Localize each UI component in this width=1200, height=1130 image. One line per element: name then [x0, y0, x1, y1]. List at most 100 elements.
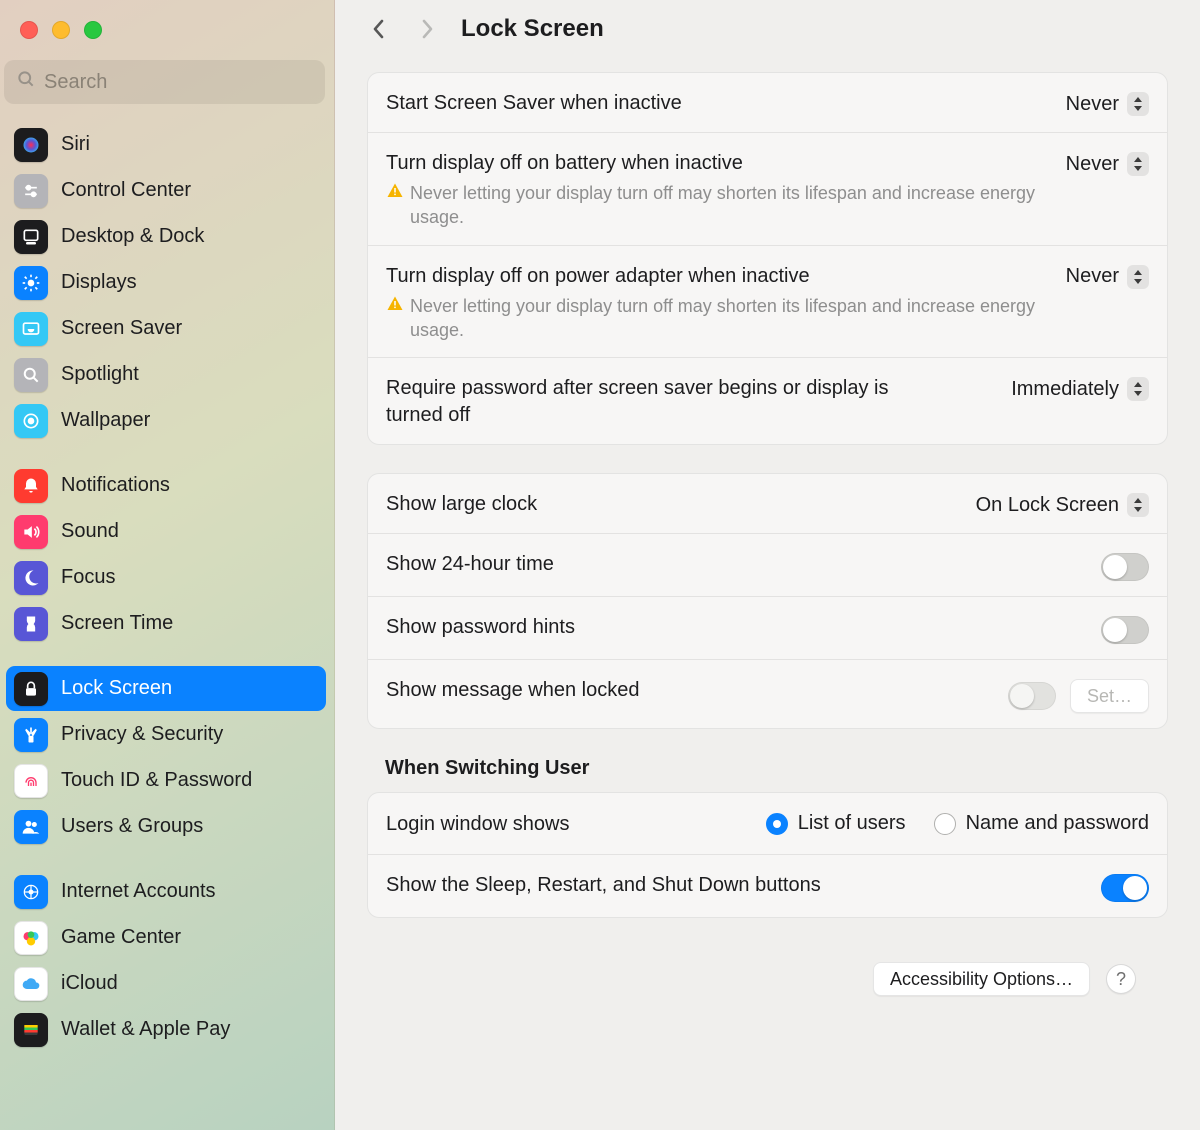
users-icon: [14, 810, 48, 844]
sidebar-item-icloud[interactable]: iCloud: [6, 961, 326, 1006]
sidebar: SiriControl CenterDesktop & Dock Displays…: [0, 0, 335, 1130]
require-password-popup[interactable]: Immediately: [1011, 377, 1149, 401]
sidebar-item-screen-time[interactable]: Screen Time: [6, 601, 326, 646]
radio-label: List of users: [798, 812, 906, 835]
siri-icon: [14, 128, 48, 162]
notifications-icon: [14, 469, 48, 503]
up-down-icon: [1127, 265, 1149, 289]
set-locked-message-button[interactable]: Set…: [1070, 679, 1149, 713]
search-icon: [16, 69, 36, 95]
section-heading-switching-user: When Switching User: [367, 757, 1168, 792]
sidebar-item-wallpaper[interactable]: Wallpaper: [6, 398, 326, 443]
radio-label: Name and password: [966, 812, 1149, 835]
sidebar-item-label: Privacy & Security: [61, 723, 223, 746]
row-start-screen-saver: Start Screen Saver when inactive Never: [368, 73, 1167, 133]
row-label: Show password hints: [386, 612, 1085, 641]
sidebar-item-game-center[interactable]: Game Center: [6, 915, 326, 960]
popup-value: Never: [1066, 153, 1119, 176]
sidebar-item-desktop-dock[interactable]: Desktop & Dock: [6, 214, 326, 259]
sidebar-item-label: Focus: [61, 566, 115, 589]
row-label: Show the Sleep, Restart, and Shut Down b…: [386, 870, 1085, 899]
displays-icon: [14, 266, 48, 300]
sidebar-item-siri[interactable]: Siri: [6, 122, 326, 167]
sidebar-item-label: Notifications: [61, 474, 170, 497]
screen-saver-icon: [14, 312, 48, 346]
sidebar-item-label: Sound: [61, 520, 119, 543]
popup-value: Immediately: [1011, 378, 1119, 401]
sidebar-item-label: Internet Accounts: [61, 880, 216, 903]
row-label: Start Screen Saver when inactive: [386, 88, 1050, 117]
radio-name-and-password[interactable]: Name and password: [934, 812, 1149, 835]
sidebar-item-users-groups[interactable]: Users & Groups: [6, 804, 326, 849]
sidebar-item-internet-accounts[interactable]: Internet Accounts: [6, 869, 326, 914]
radio-list-of-users[interactable]: List of users: [766, 812, 906, 835]
sidebar-item-label: Wallpaper: [61, 409, 150, 432]
sidebar-item-label: Lock Screen: [61, 677, 172, 700]
toggle-sleep-restart-shutdown[interactable]: [1101, 874, 1149, 902]
toggle-password-hints[interactable]: [1101, 616, 1149, 644]
up-down-icon: [1127, 152, 1149, 176]
sidebar-item-screen-saver[interactable]: Screen Saver: [6, 306, 326, 351]
sidebar-item-control-center[interactable]: Control Center: [6, 168, 326, 213]
forward-button[interactable]: [413, 15, 441, 43]
lock-screen-icon: [14, 672, 48, 706]
control-center-icon: [14, 174, 48, 208]
fullscreen-window-button[interactable]: [84, 21, 102, 39]
sidebar-item-label: Screen Saver: [61, 317, 182, 340]
internet-icon: [14, 875, 48, 909]
sidebar-item-label: Spotlight: [61, 363, 139, 386]
sidebar-item-focus[interactable]: Focus: [6, 555, 326, 600]
sidebar-item-spotlight[interactable]: Spotlight: [6, 352, 326, 397]
sidebar-item-touch-id[interactable]: Touch ID & Password: [6, 758, 326, 803]
focus-icon: [14, 561, 48, 595]
sidebar-item-lock-screen[interactable]: Lock Screen: [6, 666, 326, 711]
help-button[interactable]: ?: [1106, 964, 1136, 994]
display-off-battery-popup[interactable]: Never: [1066, 152, 1149, 176]
sidebar-item-label: Displays: [61, 271, 137, 294]
row-large-clock: Show large clock On Lock Screen: [368, 474, 1167, 534]
privacy-icon: [14, 718, 48, 752]
sidebar-item-notifications[interactable]: Notifications: [6, 463, 326, 508]
row-locked-message: Show message when locked Set…: [368, 660, 1167, 728]
sidebar-list: SiriControl CenterDesktop & Dock Displays…: [0, 116, 334, 1052]
close-window-button[interactable]: [20, 21, 38, 39]
icloud-icon: [14, 967, 48, 1001]
search-input[interactable]: [44, 71, 313, 94]
back-button[interactable]: [365, 15, 393, 43]
window-controls: [0, 0, 334, 60]
sidebar-item-label: Users & Groups: [61, 815, 203, 838]
minimize-window-button[interactable]: [52, 21, 70, 39]
row-require-password: Require password after screen saver begi…: [368, 358, 1167, 444]
warning-icon: [386, 295, 404, 343]
radio-icon: [934, 813, 956, 835]
sidebar-item-privacy-security[interactable]: Privacy & Security: [6, 712, 326, 757]
sidebar-item-label: Touch ID & Password: [61, 769, 252, 792]
topbar: Lock Screen: [335, 0, 1200, 58]
popup-value: Never: [1066, 265, 1119, 288]
toggle-locked-message[interactable]: [1008, 682, 1056, 710]
accessibility-options-button[interactable]: Accessibility Options…: [873, 962, 1090, 996]
spotlight-icon: [14, 358, 48, 392]
row-sublabel: Never letting your display turn off may …: [410, 294, 1050, 343]
sidebar-item-label: Screen Time: [61, 612, 173, 635]
sidebar-item-wallet[interactable]: Wallet & Apple Pay: [6, 1007, 326, 1052]
row-label: Show large clock: [386, 489, 960, 518]
row-label: Show message when locked: [386, 675, 992, 704]
sidebar-item-displays[interactable]: Displays: [6, 260, 326, 305]
row-sublabel: Never letting your display turn off may …: [410, 181, 1050, 230]
sidebar-search[interactable]: [4, 60, 325, 104]
content-area: Lock Screen Start Screen Saver when inac…: [335, 0, 1200, 1130]
sidebar-item-label: iCloud: [61, 972, 118, 995]
row-display-off-battery: Turn display off on battery when inactiv…: [368, 133, 1167, 246]
up-down-icon: [1127, 92, 1149, 116]
game-center-icon: [14, 921, 48, 955]
large-clock-popup[interactable]: On Lock Screen: [976, 493, 1149, 517]
start-screen-saver-popup[interactable]: Never: [1066, 92, 1149, 116]
display-off-power-popup[interactable]: Never: [1066, 265, 1149, 289]
touch-id-icon: [14, 764, 48, 798]
popup-value: On Lock Screen: [976, 494, 1119, 517]
toggle-24-hour-time[interactable]: [1101, 553, 1149, 581]
sidebar-item-label: Game Center: [61, 926, 181, 949]
sidebar-item-sound[interactable]: Sound: [6, 509, 326, 554]
sound-icon: [14, 515, 48, 549]
